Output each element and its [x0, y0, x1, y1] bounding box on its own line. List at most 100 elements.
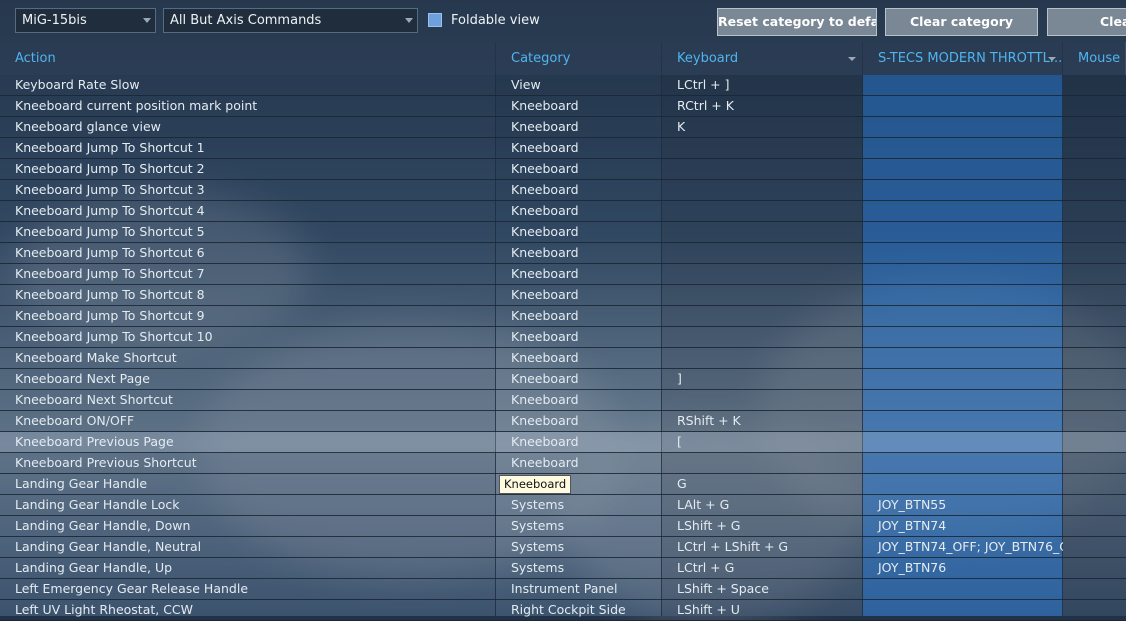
filter-select[interactable]: All But Axis Commands — [163, 8, 418, 33]
chevron-down-icon[interactable] — [848, 57, 856, 61]
cell-action[interactable]: Kneeboard ON/OFF — [0, 411, 496, 431]
cell-keyboard[interactable]: LShift + G — [662, 516, 863, 536]
cell-keyboard[interactable]: LCtrl + LShift + G — [662, 537, 863, 557]
cell-throttle[interactable] — [863, 96, 1063, 116]
table-row[interactable]: Kneeboard Jump To Shortcut 7 Kneeboard — [0, 264, 1126, 285]
cell-throttle[interactable] — [863, 474, 1063, 494]
cell-keyboard[interactable] — [662, 243, 863, 263]
cell-mouse[interactable] — [1063, 159, 1126, 179]
cell-keyboard[interactable] — [662, 180, 863, 200]
cell-category[interactable]: Kneeboard — [496, 180, 662, 200]
cell-keyboard[interactable] — [662, 327, 863, 347]
cell-keyboard[interactable] — [662, 348, 863, 368]
clear-category-button[interactable]: Clear category — [885, 8, 1038, 36]
cell-keyboard[interactable] — [662, 159, 863, 179]
cell-throttle[interactable] — [863, 348, 1063, 368]
cell-throttle[interactable] — [863, 327, 1063, 347]
cell-mouse[interactable] — [1063, 138, 1126, 158]
table-row[interactable]: Left Emergency Gear Release Handle Instru… — [0, 579, 1126, 600]
cell-action[interactable]: Left UV Light Rheostat, CCW — [0, 600, 496, 620]
table-row[interactable]: Kneeboard Next Page Kneeboard] — [0, 369, 1126, 390]
cell-category[interactable]: Kneeboard — [496, 96, 662, 116]
table-row[interactable]: Keyboard Rate Slow View LCtrl + ] — [0, 75, 1126, 96]
cell-throttle[interactable] — [863, 369, 1063, 389]
table-row[interactable]: Kneeboard Jump To Shortcut 5 Kneeboard — [0, 222, 1126, 243]
table-row[interactable]: Kneeboard ON/OFF Kneeboard RShift + K — [0, 411, 1126, 432]
cell-throttle[interactable]: JOY_BTN76 — [863, 558, 1063, 578]
cell-throttle[interactable] — [863, 579, 1063, 599]
cell-category[interactable]: Kneeboard — [496, 390, 662, 410]
cell-category[interactable]: Kneeboard — [496, 348, 662, 368]
cell-action[interactable]: Keyboard Rate Slow — [0, 75, 496, 95]
cell-keyboard[interactable] — [662, 222, 863, 242]
cell-mouse[interactable] — [1063, 327, 1126, 347]
cell-category[interactable]: Systems — [496, 495, 662, 515]
column-header-throttle[interactable]: S-TECS MODERN THROTTL... — [863, 42, 1063, 75]
cell-throttle[interactable] — [863, 453, 1063, 473]
cell-mouse[interactable] — [1063, 474, 1126, 494]
column-header-mouse[interactable]: Mouse — [1063, 42, 1126, 75]
cell-action[interactable]: Kneeboard Jump To Shortcut 9 — [0, 306, 496, 326]
cell-throttle[interactable] — [863, 75, 1063, 95]
cell-throttle[interactable] — [863, 264, 1063, 284]
cell-keyboard[interactable]: LCtrl + G — [662, 558, 863, 578]
cell-action[interactable]: Kneeboard current position mark point — [0, 96, 496, 116]
cell-category[interactable]: Kneeboard — [496, 201, 662, 221]
cell-category[interactable]: Right Cockpit Side — [496, 600, 662, 620]
cell-keyboard[interactable] — [662, 201, 863, 221]
cell-action[interactable]: Landing Gear Handle, Up — [0, 558, 496, 578]
table-row[interactable]: Left UV Light Rheostat, CCW Right Cockpit… — [0, 600, 1126, 621]
cell-mouse[interactable] — [1063, 579, 1126, 599]
cell-mouse[interactable] — [1063, 243, 1126, 263]
cell-throttle[interactable] — [863, 285, 1063, 305]
cell-keyboard[interactable] — [662, 285, 863, 305]
cell-category[interactable]: Kneeboard — [496, 222, 662, 242]
cell-keyboard[interactable] — [662, 306, 863, 326]
cell-category[interactable]: Kneeboard — [496, 159, 662, 179]
cell-category[interactable]: Kneeboard — [496, 117, 662, 137]
cell-keyboard[interactable] — [662, 390, 863, 410]
cell-keyboard[interactable] — [662, 264, 863, 284]
cell-keyboard[interactable] — [662, 138, 863, 158]
cell-action[interactable]: Landing Gear Handle Lock — [0, 495, 496, 515]
table-row[interactable]: Kneeboard Jump To Shortcut 2 Kneeboard — [0, 159, 1126, 180]
cell-keyboard[interactable]: LAlt + G — [662, 495, 863, 515]
cell-category[interactable]: Systems — [496, 558, 662, 578]
cell-keyboard[interactable]: K — [662, 117, 863, 137]
table-row[interactable]: Landing Gear Handle Lock Systems LAlt + GJ… — [0, 495, 1126, 516]
cell-mouse[interactable] — [1063, 495, 1126, 515]
cell-category[interactable]: Kneeboard — [496, 285, 662, 305]
table-row[interactable]: Kneeboard Previous Shortcut Kneeboard — [0, 453, 1126, 474]
cell-mouse[interactable] — [1063, 600, 1126, 620]
table-row[interactable]: Kneeboard glance view Kneeboard K — [0, 117, 1126, 138]
cell-throttle[interactable] — [863, 306, 1063, 326]
table-row[interactable]: Kneeboard Jump To Shortcut 10 Kneeboard — [0, 327, 1126, 348]
table-row[interactable]: Kneeboard Next Shortcut Kneeboard — [0, 390, 1126, 411]
cell-action[interactable]: Kneeboard Jump To Shortcut 2 — [0, 159, 496, 179]
cell-mouse[interactable] — [1063, 201, 1126, 221]
cell-throttle[interactable]: JOY_BTN55 — [863, 495, 1063, 515]
cell-category[interactable]: Instrument Panel — [496, 579, 662, 599]
cell-mouse[interactable] — [1063, 369, 1126, 389]
cell-mouse[interactable] — [1063, 306, 1126, 326]
cell-keyboard[interactable]: ] — [662, 369, 863, 389]
cell-category[interactable]: Kneeboard — [496, 306, 662, 326]
cell-action[interactable]: Kneeboard Make Shortcut — [0, 348, 496, 368]
table-row[interactable]: Landing Gear Handle, Up Systems LCtrl + GJ… — [0, 558, 1126, 579]
cell-mouse[interactable] — [1063, 432, 1126, 452]
cell-keyboard[interactable]: RCtrl + K — [662, 96, 863, 116]
cell-mouse[interactable] — [1063, 117, 1126, 137]
table-row[interactable]: Landing Gear Handle, Down Systems LShift +… — [0, 516, 1126, 537]
cell-category[interactable]: Kneeboard — [496, 453, 662, 473]
column-header-action[interactable]: Action — [0, 42, 496, 75]
cell-throttle[interactable] — [863, 138, 1063, 158]
cell-keyboard[interactable] — [662, 453, 863, 473]
cell-mouse[interactable] — [1063, 285, 1126, 305]
table-row[interactable]: Kneeboard Previous Page Kneeboard[ — [0, 432, 1126, 453]
cell-action[interactable]: Kneeboard Next Shortcut — [0, 390, 496, 410]
clear-button[interactable]: Clea — [1047, 8, 1126, 36]
cell-category[interactable]: Systems — [496, 537, 662, 557]
cell-throttle[interactable] — [863, 390, 1063, 410]
cell-action[interactable]: Landing Gear Handle, Down — [0, 516, 496, 536]
cell-throttle[interactable] — [863, 180, 1063, 200]
